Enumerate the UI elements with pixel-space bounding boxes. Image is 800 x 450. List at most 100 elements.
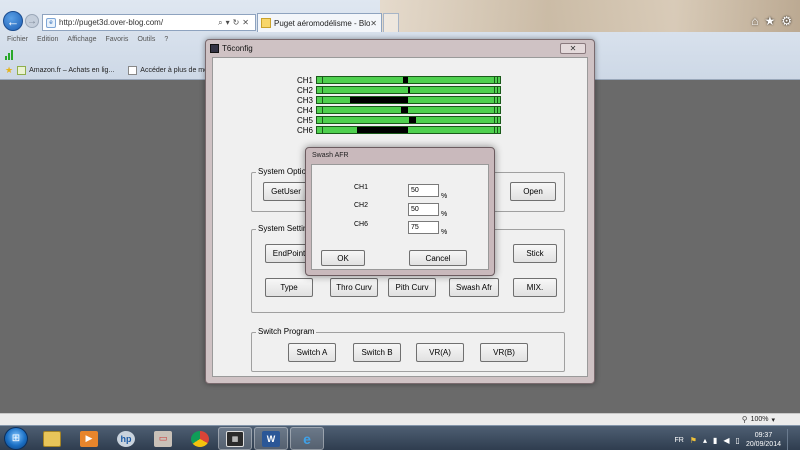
tray-expand-icon[interactable]: ▴: [703, 436, 707, 445]
zoom-level: 100%: [750, 416, 769, 423]
system-option-label: System Option: [256, 167, 313, 176]
channel-bar-ch5: [316, 116, 501, 124]
chrome-background: [380, 0, 800, 32]
menu-item-fichier[interactable]: Fichier: [7, 36, 28, 43]
folder-icon: [43, 430, 61, 447]
address-url[interactable]: http://puget3d.over-blog.com/: [59, 18, 218, 27]
pith-curv-button[interactable]: Pith Curv: [388, 278, 436, 297]
type-button[interactable]: Type: [265, 278, 313, 297]
window-titlebar[interactable]: T6config ✕: [206, 40, 594, 57]
thro-curv-button[interactable]: Thro Curv: [330, 278, 378, 297]
switch-program-label: Switch Program: [256, 327, 317, 336]
ch2-unit: %: [441, 211, 448, 218]
ch6-value-input[interactable]: 75: [408, 221, 439, 234]
app-icon: [210, 44, 219, 53]
t6config-app-icon: ▦: [226, 430, 244, 447]
network-signal-icon[interactable]: ▮: [713, 436, 717, 445]
ch2-value-input[interactable]: 50: [408, 203, 439, 216]
stop-icon[interactable]: ✕: [242, 18, 252, 27]
cancel-button[interactable]: Cancel: [409, 250, 467, 266]
getuser-button[interactable]: GetUser: [263, 182, 309, 201]
menu-item-favoris[interactable]: Favoris: [105, 36, 128, 43]
ch1-unit: %: [441, 193, 448, 200]
add-favorite-star-icon[interactable]: ★: [5, 65, 13, 76]
zoom-control[interactable]: ⚲ 100% ▾: [742, 415, 775, 424]
menu-item-help[interactable]: ?: [164, 36, 168, 43]
channel-bar-ch6: [316, 126, 501, 134]
chrome-icon: [191, 430, 209, 447]
channel-bar-ch2: [316, 86, 501, 94]
taskbar-printer[interactable]: ▭: [146, 427, 180, 450]
channel-label-ch5: CH5: [297, 116, 314, 125]
channel-bar-ch4: [316, 106, 501, 114]
swash-afr-button[interactable]: Swash Afr: [449, 278, 499, 297]
menu-item-outils[interactable]: Outils: [137, 36, 155, 43]
mix-button[interactable]: MIX.: [513, 278, 557, 297]
new-tab-button[interactable]: [383, 13, 399, 32]
media-player-icon: ▶: [80, 430, 98, 447]
switch-a-button[interactable]: Switch A: [288, 343, 336, 362]
volume-icon[interactable]: ◀: [723, 436, 729, 445]
ch6-unit: %: [441, 229, 448, 236]
system-clock[interactable]: 09:37 20/09/2014: [746, 431, 781, 449]
tab-close-icon[interactable]: ✕: [370, 19, 381, 28]
back-arrow-icon: ←: [6, 13, 20, 29]
taskbar-word[interactable]: W: [254, 427, 288, 450]
zoom-dropdown-icon[interactable]: ▾: [771, 416, 775, 424]
switch-b-button[interactable]: Switch B: [353, 343, 401, 362]
hp-icon: hp: [117, 430, 135, 447]
window-title: T6config: [222, 44, 253, 53]
favorites-star-icon[interactable]: ★: [764, 14, 775, 28]
start-button[interactable]: ⊞: [4, 427, 28, 450]
taskbar-hp[interactable]: hp: [109, 427, 143, 450]
taskbar-media-player[interactable]: ▶: [72, 427, 106, 450]
channel-label-ch3: CH3: [297, 96, 314, 105]
browser-tab[interactable]: Puget aéromodélisme - Blo... ✕: [257, 13, 382, 32]
battery-icon[interactable]: ▯: [736, 436, 740, 445]
window-close-button[interactable]: ✕: [560, 43, 586, 54]
settings-gear-icon[interactable]: ⚙: [781, 14, 792, 28]
taskbar-t6config[interactable]: ▦: [218, 427, 252, 450]
taskbar-chrome[interactable]: [183, 427, 217, 450]
signal-icon: [5, 48, 17, 60]
ch1-value-input[interactable]: 50: [408, 184, 439, 197]
clock-time: 09:37: [754, 432, 773, 439]
taskbar-internet-explorer[interactable]: e: [290, 427, 324, 450]
address-bar[interactable]: e http://puget3d.over-blog.com/ ⌕▾↻✕: [42, 14, 256, 31]
windows-logo-icon: ⊞: [11, 433, 21, 444]
dialog-label-ch1: CH1: [354, 184, 369, 191]
language-indicator[interactable]: FR: [674, 437, 683, 444]
dialog-label-ch6: CH6: [354, 221, 369, 228]
vr-b-button[interactable]: VR(B): [480, 343, 528, 362]
home-icon[interactable]: ⌂: [751, 14, 758, 28]
dialog-client-area: CH1 50 % CH2 50 % CH6 75 % OK Cancel: [311, 164, 489, 270]
forward-button[interactable]: →: [25, 14, 39, 28]
favorite-amazon[interactable]: Amazon.fr – Achats en lig...: [17, 65, 114, 75]
dialog-title: Swash AFR: [312, 152, 349, 159]
taskbar-explorer[interactable]: [35, 427, 69, 450]
word-icon: W: [262, 430, 280, 447]
printer-icon: ▭: [154, 430, 172, 447]
tab-title: Puget aéromodélisme - Blo...: [274, 18, 371, 28]
channel-label-ch1: CH1: [297, 76, 314, 85]
address-actions[interactable]: ⌕▾↻✕: [218, 18, 255, 28]
channel-bar-ch3: [316, 96, 501, 104]
site-favicon-icon: e: [46, 17, 56, 28]
menu-item-edition[interactable]: Edition: [37, 36, 58, 43]
swash-afr-dialog: Swash AFR CH1 50 % CH2 50 % CH6 75 % OK …: [305, 147, 495, 276]
system-tray: FR ⚑ ▴ ▮ ◀ ▯ 09:37 20/09/2014: [674, 429, 795, 450]
ok-button[interactable]: OK: [321, 250, 365, 266]
show-desktop-button[interactable]: [787, 429, 795, 450]
refresh-icon[interactable]: ↻: [233, 18, 243, 27]
channel-bar-ch1: [316, 76, 501, 84]
back-button[interactable]: ←: [3, 11, 23, 31]
open-button[interactable]: Open: [510, 182, 556, 201]
action-center-flag-icon[interactable]: ⚑: [690, 436, 697, 445]
browser-status-bar: ⚲ 100% ▾: [0, 413, 800, 425]
tab-favicon-icon: [261, 18, 271, 28]
amazon-favicon-icon: [17, 65, 27, 75]
search-icon[interactable]: ⌕: [218, 18, 225, 27]
stick-button[interactable]: Stick: [513, 244, 557, 263]
menu-item-affichage[interactable]: Affichage: [67, 36, 96, 43]
vr-a-button[interactable]: VR(A): [416, 343, 464, 362]
